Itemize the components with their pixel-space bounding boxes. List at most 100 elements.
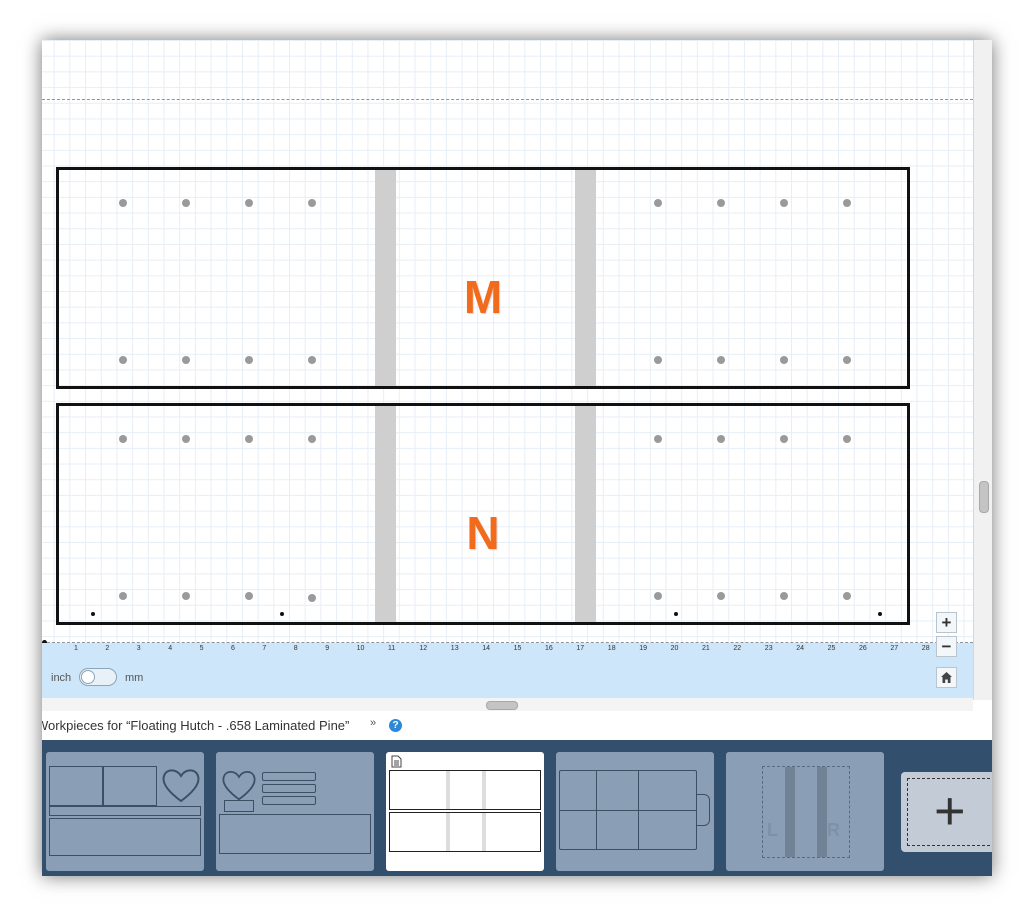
unit-label-mm: mm (125, 672, 144, 684)
pilot-hole (674, 612, 678, 616)
ruler-tick-label: 24 (796, 645, 804, 652)
workpiece-thumbnail[interactable] (556, 752, 714, 871)
zoom-in-button[interactable]: + (936, 612, 957, 633)
document-icon (391, 755, 402, 768)
shelf-pin-hole (843, 435, 851, 443)
help-icon[interactable]: ? (389, 719, 402, 732)
shelf-pin-hole (308, 199, 316, 207)
ruler-tick-label: 8 (293, 645, 298, 652)
part-label: M (463, 271, 503, 323)
shelf-pin-hole (308, 435, 316, 443)
shelf-pin-hole (843, 356, 851, 364)
thumb-shape (49, 818, 201, 856)
workpieces-title: Workpieces for “Floating Hutch - .658 La… (42, 718, 350, 733)
plus-icon: + (934, 781, 966, 841)
workpiece-part-n[interactable]: N (56, 403, 910, 625)
shelf-pin-hole (780, 592, 788, 600)
part-label: N (466, 507, 500, 559)
thumb-shape (696, 794, 710, 826)
shelf-pin-hole (245, 592, 253, 600)
shelf-pin-hole (843, 592, 851, 600)
ruler-tick-label: 22 (733, 645, 742, 652)
ruler-tick-label: 2 (105, 645, 110, 652)
shelf-pin-hole (717, 356, 725, 364)
shelf-pin-hole (182, 435, 190, 443)
ruler-tick-label: 27 (890, 645, 899, 652)
collapse-chevron-icon[interactable]: » (370, 717, 376, 729)
thumb-shape (389, 812, 541, 852)
workpiece-thumbnail[interactable]: L R (726, 752, 884, 871)
ruler-tick-label: 20 (670, 645, 679, 652)
thumb-shape (219, 814, 371, 854)
thumb-shape (49, 766, 103, 806)
ruler-tick-label: 4 (168, 645, 173, 652)
vertical-scroll-thumb[interactable] (979, 481, 989, 513)
workpiece-tray: L R + (42, 740, 992, 876)
thumb-shape (103, 766, 157, 806)
workpieces-header: Workpieces for “Floating Hutch - .658 La… (42, 711, 992, 740)
shelf-pin-hole (654, 435, 662, 443)
ruler-tick-label: 3 (136, 645, 141, 652)
ruler-tick-label: 23 (764, 645, 773, 652)
vertical-scrollbar[interactable] (973, 40, 992, 700)
workpiece-part-m[interactable]: M (56, 167, 910, 389)
thumb-shape (224, 800, 254, 812)
app-window: M N 1 2 3 4 5 6 7 8 9 10 11 12 13 14 15 … (42, 40, 992, 876)
add-workpiece-button[interactable]: + (901, 772, 992, 852)
shelf-pin-hole (119, 592, 127, 600)
shelf-pin-hole (308, 594, 316, 602)
shelf-pin-hole (654, 592, 662, 600)
shelf-pin-hole (654, 356, 662, 364)
panel-splitter[interactable] (42, 698, 973, 711)
shelf-pin-hole (780, 356, 788, 364)
ruler-tick-label: 26 (859, 645, 867, 652)
thumb-letter: R (827, 820, 840, 840)
shelf-pin-hole (717, 199, 725, 207)
add-workpiece-outline: + (907, 778, 992, 846)
pilot-hole (91, 612, 95, 616)
ruler-tick-label: 18 (607, 645, 616, 652)
zoom-out-button[interactable]: − (936, 636, 957, 657)
shelf-pin-hole (717, 592, 725, 600)
thumb-shape (262, 796, 316, 805)
workpiece-thumbnail-active[interactable] (386, 752, 544, 871)
ruler-tick-label: 12 (419, 645, 428, 652)
ruler-tick-label: 25 (827, 645, 836, 652)
shelf-pin-hole (308, 356, 316, 364)
thumb-shape (389, 770, 541, 810)
shelf-pin-hole (182, 199, 190, 207)
thumb-shape (262, 784, 316, 793)
thumb-boundary (762, 766, 850, 858)
unit-toggle[interactable] (79, 668, 117, 686)
shelf-pin-hole (654, 199, 662, 207)
material-boundary-top (42, 99, 973, 100)
shelf-pin-hole (245, 435, 253, 443)
shelf-pin-hole (119, 435, 127, 443)
heart-icon (222, 771, 256, 801)
ruler-tick-label: 28 (921, 645, 930, 652)
design-canvas[interactable]: M N (42, 40, 973, 645)
splitter-handle[interactable] (486, 701, 518, 710)
shelf-pin-hole (843, 199, 851, 207)
pilot-hole (280, 612, 284, 616)
ruler-bar: 1 2 3 4 5 6 7 8 9 10 11 12 13 14 15 16 17 18 19 20 21 22 23 24 2… (42, 643, 973, 698)
ruler-tick-label: 7 (262, 645, 267, 652)
ruler-tick-label: 13 (450, 645, 459, 652)
shelf-pin-hole (182, 356, 190, 364)
shelf-pin-hole (780, 435, 788, 443)
workpiece-thumbnail[interactable] (216, 752, 374, 871)
thumb-letter: L (767, 820, 778, 840)
ruler-tick-label: 21 (702, 645, 710, 652)
unit-label-inch: inch (51, 672, 72, 684)
shelf-pin-hole (119, 356, 127, 364)
pilot-hole (878, 612, 882, 616)
thumb-shape (262, 772, 316, 781)
thumb-shape (559, 770, 697, 850)
ruler-tick-label: 9 (325, 645, 330, 652)
workpiece-thumbnail[interactable] (46, 752, 204, 871)
unit-toggle-knob (81, 670, 95, 684)
home-icon (941, 672, 952, 683)
home-view-button[interactable] (936, 667, 957, 688)
ruler-tick-label: 15 (513, 645, 522, 652)
ruler-tick-label: 19 (639, 645, 647, 652)
